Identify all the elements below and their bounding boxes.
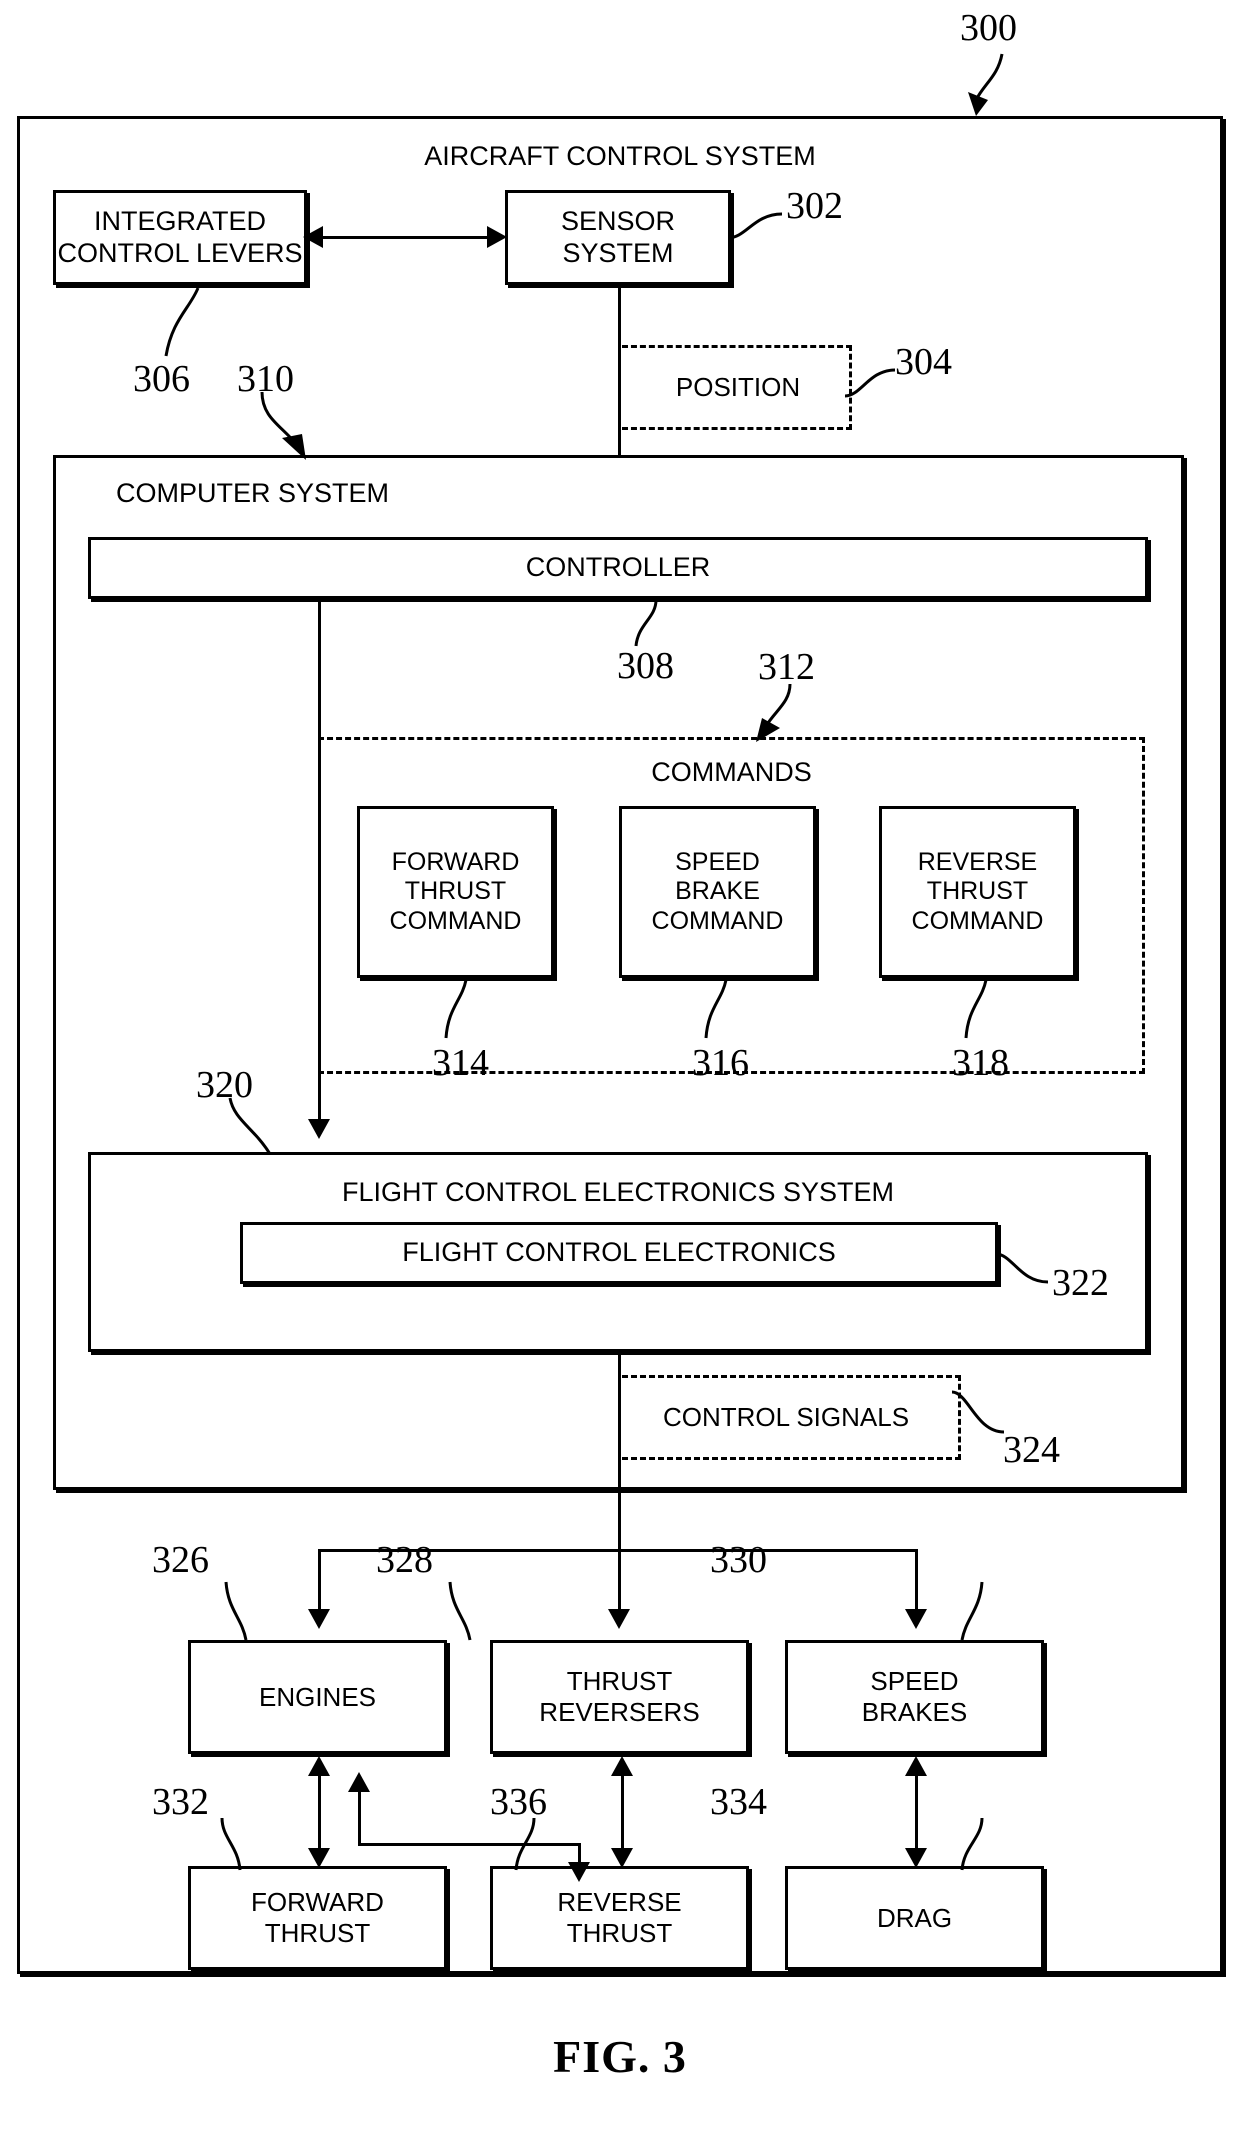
speed-brakes-label: SPEED BRAKES bbox=[861, 1666, 968, 1727]
arrow-into-thrust-reversers bbox=[608, 1609, 630, 1629]
arrow-down-to-drag bbox=[905, 1848, 927, 1868]
aircraft-control-system-title: AIRCRAFT CONTROL SYSTEM bbox=[424, 141, 816, 171]
thrust-reversers-label: THRUST REVERSERS bbox=[539, 1666, 700, 1727]
ref-326: 326 bbox=[152, 1539, 209, 1581]
drag-block[interactable]: DRAG bbox=[785, 1866, 1044, 1970]
ref-300: 300 bbox=[960, 7, 1017, 49]
leader-302 bbox=[727, 212, 783, 240]
controller-block[interactable]: CONTROLLER bbox=[88, 537, 1148, 599]
figure-caption: FIG. 3 bbox=[553, 2031, 687, 2082]
levers-sensor-link bbox=[322, 236, 492, 239]
crosslink-horizontal bbox=[358, 1843, 580, 1846]
position-label: POSITION bbox=[675, 372, 801, 402]
flight-control-electronics-block[interactable]: FLIGHT CONTROL ELECTRONICS bbox=[240, 1222, 998, 1284]
crosslink-vertical-engines-side bbox=[358, 1790, 361, 1845]
controller-to-fce-line bbox=[318, 599, 321, 1129]
leader-312 bbox=[756, 683, 792, 742]
sensor-system-block[interactable]: SENSOR SYSTEM bbox=[505, 190, 731, 285]
arrow-up-crosslink-engines bbox=[348, 1772, 370, 1792]
arrow-into-speed-brakes bbox=[905, 1609, 927, 1629]
arrow-into-fce-system bbox=[308, 1119, 330, 1139]
controller-label: CONTROLLER bbox=[525, 552, 711, 583]
reverse-thrust-command-block[interactable]: REVERSE THRUST COMMAND bbox=[879, 806, 1076, 978]
ref-308: 308 bbox=[617, 645, 674, 687]
leader-324 bbox=[951, 1390, 1005, 1434]
figure-canvas: 300 AIRCRAFT CONTROL SYSTEM INTEGRATED C… bbox=[0, 0, 1240, 2130]
arrow-into-engines bbox=[308, 1609, 330, 1629]
ref-316: 316 bbox=[692, 1042, 749, 1084]
forward-thrust-command-label: FORWARD THRUST COMMAND bbox=[389, 847, 522, 935]
leader-330 bbox=[960, 1581, 984, 1641]
arrow-up-to-engines bbox=[308, 1756, 330, 1776]
reverse-thrust-block[interactable]: REVERSE THRUST bbox=[490, 1866, 749, 1970]
leader-336 bbox=[514, 1817, 536, 1871]
ref-334: 334 bbox=[710, 1781, 767, 1823]
reverse-thrust-command-label: REVERSE THRUST COMMAND bbox=[911, 847, 1044, 935]
speed-brakes-block[interactable]: SPEED BRAKES bbox=[785, 1640, 1044, 1754]
arrow-right-to-sensor bbox=[487, 226, 507, 248]
ref-328: 328 bbox=[376, 1539, 433, 1581]
leader-316 bbox=[704, 979, 728, 1039]
leader-318 bbox=[964, 979, 988, 1039]
sensor-system-label: SENSOR SYSTEM bbox=[560, 205, 676, 268]
leader-304 bbox=[844, 368, 896, 398]
leader-334 bbox=[960, 1817, 984, 1871]
leader-314 bbox=[444, 979, 468, 1039]
fce-output-bus-vertical bbox=[618, 1352, 621, 1552]
integrated-control-levers-label: INTEGRATED CONTROL LEVERS bbox=[57, 205, 303, 268]
leader-310 bbox=[260, 391, 306, 460]
reverse-thrust-label: REVERSE THRUST bbox=[557, 1887, 682, 1948]
engines-label: ENGINES bbox=[258, 1681, 377, 1712]
arrow-up-to-speed-brakes bbox=[905, 1756, 927, 1776]
speed-brake-command-label: SPEED BRAKE COMMAND bbox=[651, 847, 784, 935]
ref-318: 318 bbox=[952, 1042, 1009, 1084]
engines-block[interactable]: ENGINES bbox=[188, 1640, 447, 1754]
leader-328 bbox=[448, 1581, 472, 1641]
arrow-up-to-thrust-reversers bbox=[611, 1756, 633, 1776]
flight-control-electronics-label: FLIGHT CONTROL ELECTRONICS bbox=[402, 1237, 836, 1268]
commands-label: COMMANDS bbox=[651, 757, 812, 787]
leader-326 bbox=[224, 1581, 248, 1641]
forward-thrust-label: FORWARD THRUST bbox=[251, 1887, 384, 1948]
forward-thrust-block[interactable]: FORWARD THRUST bbox=[188, 1866, 447, 1970]
flight-control-electronics-system-title: FLIGHT CONTROL ELECTRONICS SYSTEM bbox=[341, 1177, 895, 1207]
arrow-down-crosslink-reverse-thrust bbox=[568, 1862, 590, 1882]
computer-system-title: COMPUTER SYSTEM bbox=[116, 478, 390, 508]
thrust-reversers-block[interactable]: THRUST REVERSERS bbox=[490, 1640, 749, 1754]
arrow-down-to-forward-thrust bbox=[308, 1848, 330, 1868]
forward-thrust-command-block[interactable]: FORWARD THRUST COMMAND bbox=[357, 806, 554, 978]
arrow-down-to-reverse-thrust bbox=[611, 1848, 633, 1868]
ref-312: 312 bbox=[758, 646, 815, 688]
control-signals-label: CONTROL SIGNALS bbox=[662, 1402, 910, 1432]
leader-306 bbox=[164, 287, 200, 357]
ref-306: 306 bbox=[133, 358, 190, 400]
leader-308 bbox=[634, 599, 658, 647]
ref-314: 314 bbox=[432, 1042, 489, 1084]
ref-330: 330 bbox=[710, 1539, 767, 1581]
drag-label: DRAG bbox=[876, 1902, 953, 1933]
leader-320 bbox=[228, 1097, 272, 1155]
leader-332 bbox=[220, 1817, 242, 1871]
arrow-left-to-levers bbox=[303, 226, 323, 248]
leader-322 bbox=[995, 1252, 1049, 1284]
speed-brake-command-block[interactable]: SPEED BRAKE COMMAND bbox=[619, 806, 816, 978]
integrated-control-levers-block[interactable]: INTEGRATED CONTROL LEVERS bbox=[53, 190, 307, 285]
